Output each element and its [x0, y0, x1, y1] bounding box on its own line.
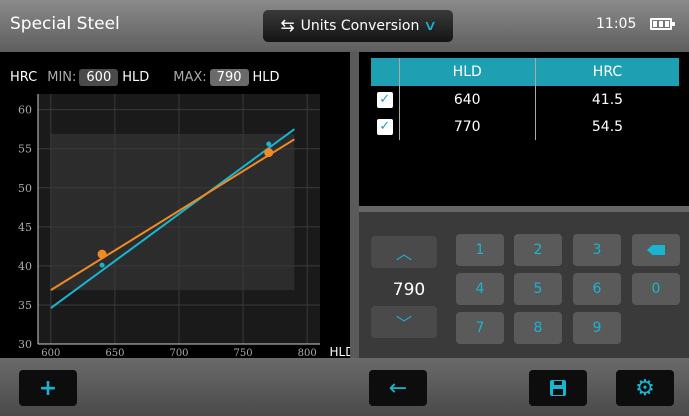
min-label: MIN: — [47, 69, 77, 85]
x-tick-label: 650 — [105, 348, 124, 358]
chevron-down-icon: ∨ — [423, 18, 438, 34]
hld-cell: 640 — [399, 86, 536, 113]
hld-cell: 770 — [399, 113, 536, 140]
key-3[interactable]: 3 — [573, 234, 621, 266]
min-unit: HLD — [122, 69, 150, 85]
add-button[interactable]: + — [19, 370, 77, 406]
key-8[interactable]: 8 — [514, 312, 562, 344]
row-checkbox[interactable]: ✓ — [376, 92, 393, 108]
key-6[interactable]: 6 — [573, 273, 621, 305]
range-row: HRC MIN: 600 HLD MAX: 790 HLD — [10, 66, 280, 88]
app-title: Special Steel — [10, 14, 120, 34]
key-0[interactable]: 0 — [632, 273, 680, 305]
hrc-cell: 41.5 — [591, 91, 624, 108]
units-conversion-label: Units Conversion — [300, 18, 420, 34]
settings-button[interactable]: ⚙ — [616, 370, 674, 406]
chevron-up-icon: ︿ — [395, 244, 412, 263]
chart-panel: 600 650 700 750 800 30 35 40 45 50 55 60 HLD HRC MIN… — [0, 52, 350, 358]
panel-divider — [350, 52, 359, 358]
y-tick-label: 40 — [18, 260, 32, 273]
table-row[interactable]: ✓ 770 54.5 — [371, 113, 679, 140]
x-tick-label: 750 — [234, 348, 253, 358]
key-2[interactable]: 2 — [514, 234, 562, 266]
data-point — [266, 141, 272, 147]
key-5[interactable]: 5 — [514, 273, 562, 305]
increment-button[interactable]: ︿ — [371, 236, 437, 268]
data-point — [264, 148, 274, 158]
backspace-button[interactable] — [632, 234, 680, 266]
data-point — [99, 262, 105, 268]
key-7[interactable]: 7 — [456, 312, 504, 344]
bottom-bar: + ← ⚙ — [0, 358, 689, 416]
data-point — [97, 249, 107, 259]
results-table-panel: HLD HRC ✓ 640 41.5 ✓ 770 54.5 — [359, 52, 689, 206]
checkbox-header — [371, 58, 400, 86]
column-header-hld: HLD — [399, 58, 536, 86]
back-button[interactable]: ← — [369, 370, 427, 406]
x-axis-label: HLD — [330, 345, 350, 358]
backspace-icon — [647, 245, 665, 255]
results-table: HLD HRC ✓ 640 41.5 ✓ 770 54.5 — [371, 58, 679, 140]
y-tick-label: 55 — [18, 143, 32, 156]
min-value-field[interactable]: 600 — [79, 68, 119, 86]
left-arrow-icon: ← — [388, 375, 408, 401]
units-conversion-button[interactable]: ⇆ Units Conversion ∨ — [263, 10, 453, 42]
decrement-button[interactable]: ﹀ — [371, 306, 437, 338]
floppy-disk-icon — [550, 380, 566, 396]
clock: 11:05 — [596, 16, 637, 32]
gear-icon: ⚙ — [635, 375, 655, 401]
hrc-cell: 54.5 — [591, 118, 624, 135]
battery-icon — [650, 18, 675, 30]
plus-icon: + — [38, 375, 58, 401]
table-header-row: HLD HRC — [371, 58, 679, 86]
max-value-field[interactable]: 790 — [209, 68, 249, 86]
y-unit-label: HRC — [10, 69, 38, 85]
x-tick-label: 800 — [298, 348, 317, 358]
top-bar: Special Steel ⇆ Units Conversion ∨ 11:05 — [0, 0, 689, 52]
row-checkbox[interactable]: ✓ — [376, 119, 393, 135]
key-4[interactable]: 4 — [456, 273, 504, 305]
x-tick-label: 700 — [169, 348, 188, 358]
swap-arrows-icon: ⇆ — [280, 16, 295, 36]
chevron-down-icon: ﹀ — [395, 314, 412, 333]
column-header-hrc: HRC — [535, 58, 679, 86]
y-tick-label: 50 — [18, 182, 32, 195]
x-tick-label: 600 — [41, 348, 60, 358]
max-unit: HLD — [252, 69, 280, 85]
table-row[interactable]: ✓ 640 41.5 — [371, 86, 679, 113]
y-tick-label: 45 — [18, 221, 32, 234]
y-tick-label: 30 — [18, 338, 32, 351]
value-display: 790 — [392, 280, 426, 300]
key-1[interactable]: 1 — [456, 234, 504, 266]
max-label: MAX: — [173, 69, 207, 85]
y-tick-label: 60 — [18, 104, 32, 117]
key-9[interactable]: 9 — [573, 312, 621, 344]
save-button[interactable] — [529, 370, 587, 406]
y-tick-label: 35 — [18, 299, 32, 312]
conversion-chart: 600 650 700 750 800 30 35 40 45 50 55 60 HLD — [18, 94, 350, 358]
keypad-panel: ︿ 790 ﹀ 1 2 3 4 5 6 0 7 8 9 — [359, 206, 689, 358]
